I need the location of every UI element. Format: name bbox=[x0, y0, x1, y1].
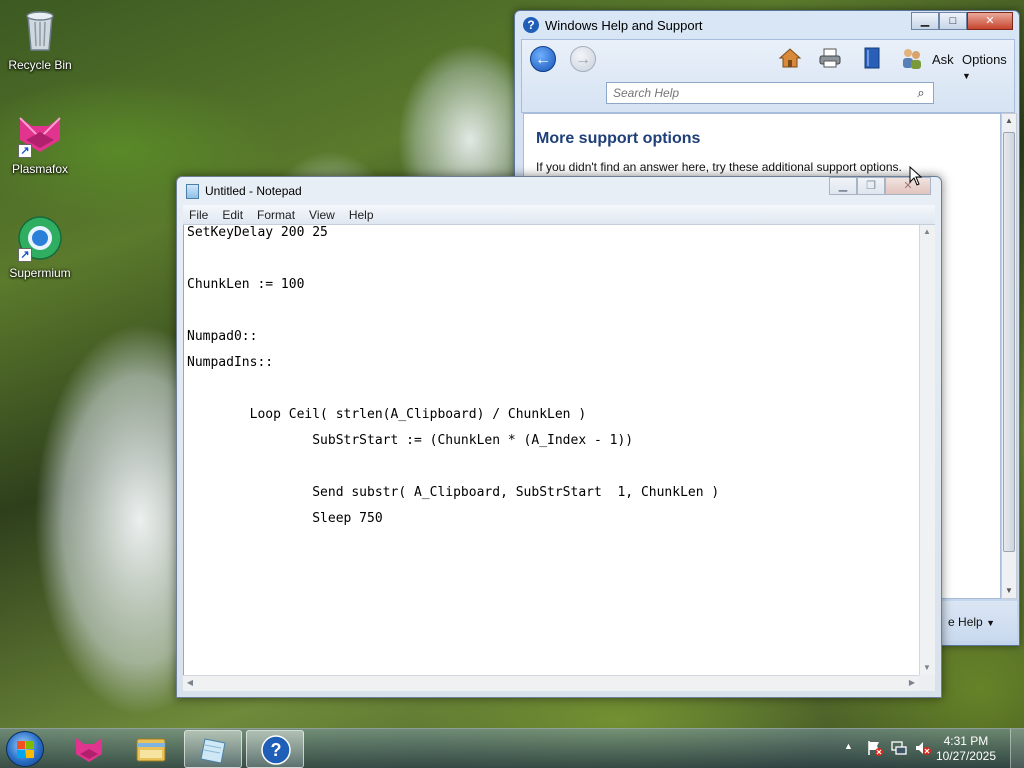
scroll-up-arrow-icon[interactable]: ▲ bbox=[920, 225, 934, 239]
taskbar: ? ▲ 4:31 PM 10/27/2025 bbox=[0, 728, 1024, 768]
scroll-left-arrow-icon[interactable]: ◀ bbox=[183, 676, 197, 690]
plasmafox-icon: ↗ bbox=[16, 110, 64, 158]
maximize-button[interactable]: ❐ bbox=[857, 177, 885, 195]
desktop-icon-label: Recycle Bin bbox=[8, 58, 72, 72]
action-center-flag-icon[interactable] bbox=[866, 739, 884, 768]
mouse-cursor-icon bbox=[909, 165, 923, 186]
ask-people-icon[interactable] bbox=[900, 46, 924, 70]
back-arrow-icon[interactable]: ← bbox=[530, 46, 556, 72]
shortcut-arrow-icon: ↗ bbox=[18, 248, 32, 262]
browse-help-book-icon[interactable] bbox=[860, 46, 884, 70]
help-titlebar[interactable]: ? Windows Help and Support ▁ □ ✕ bbox=[515, 11, 1019, 37]
minimize-button[interactable]: ▁ bbox=[911, 12, 939, 30]
text-line: Numpad0:: bbox=[187, 329, 258, 344]
options-label: Options bbox=[962, 52, 1007, 67]
text-line: Sleep 750 bbox=[187, 511, 383, 526]
maximize-button[interactable]: □ bbox=[939, 12, 967, 30]
search-help-box: ⌕ bbox=[606, 82, 934, 104]
search-icon[interactable]: ⌕ bbox=[913, 85, 929, 101]
scroll-right-arrow-icon[interactable]: ▶ bbox=[905, 676, 919, 690]
desktop-icon-label: Supermium bbox=[9, 266, 71, 280]
clock-date: 10/27/2025 bbox=[935, 749, 996, 763]
volume-muted-icon[interactable] bbox=[914, 739, 932, 768]
notepad-icon bbox=[186, 184, 199, 199]
show-desktop-button[interactable] bbox=[1010, 729, 1024, 768]
options-menu-button[interactable]: Options ▼ bbox=[962, 52, 1014, 82]
supermium-icon: ↗ bbox=[16, 214, 64, 262]
windows-logo-icon bbox=[17, 741, 35, 759]
svg-text:?: ? bbox=[271, 740, 282, 760]
vertical-scrollbar[interactable]: ▲ ▼ bbox=[919, 225, 935, 675]
notepad-title: Untitled - Notepad bbox=[205, 184, 302, 198]
print-icon[interactable] bbox=[818, 46, 842, 70]
system-clock[interactable]: 4:31 PM 10/27/2025 bbox=[936, 734, 996, 764]
size-grip[interactable] bbox=[919, 675, 935, 691]
home-icon[interactable] bbox=[778, 46, 802, 70]
menu-file[interactable]: File bbox=[189, 208, 208, 222]
clock-time: 4:31 PM bbox=[943, 734, 989, 748]
recycle-bin-icon bbox=[16, 6, 64, 54]
taskbar-explorer[interactable] bbox=[122, 730, 180, 768]
text-line: NumpadIns:: bbox=[187, 355, 274, 370]
desktop-icon-label: Plasmafox bbox=[11, 162, 69, 176]
menu-view[interactable]: View bbox=[309, 208, 335, 222]
help-toolbar: ← → Ask Options ▼ Search Help ⌕ bbox=[521, 39, 1015, 113]
search-input[interactable] bbox=[607, 83, 897, 103]
scroll-up-arrow-icon[interactable]: ▲ bbox=[1002, 114, 1016, 128]
ask-button[interactable]: Ask bbox=[932, 52, 954, 67]
show-hidden-icons-chevron-icon[interactable]: ▲ bbox=[844, 741, 853, 768]
desktop-icon-supermium[interactable]: ↗ Supermium bbox=[2, 214, 78, 280]
chevron-down-icon: ▼ bbox=[962, 71, 971, 81]
menu-format[interactable]: Format bbox=[257, 208, 295, 222]
folder-icon bbox=[136, 738, 166, 762]
notepad-icon bbox=[200, 738, 226, 764]
online-help-label: e Help bbox=[948, 615, 983, 629]
page-subtitle: If you didn't find an answer here, try t… bbox=[536, 160, 902, 174]
chevron-down-icon: ▼ bbox=[986, 618, 995, 628]
desktop-icon-plasmafox[interactable]: ↗ Plasmafox bbox=[2, 110, 78, 176]
online-help-menu[interactable]: e Help ▼ bbox=[948, 615, 995, 629]
scrollbar-thumb[interactable] bbox=[1003, 132, 1015, 552]
text-line: SubStrStart := (ChunkLen * (A_Index - 1)… bbox=[187, 433, 634, 448]
taskbar-plasmafox[interactable] bbox=[60, 730, 118, 768]
taskbar-help-and-support[interactable]: ? bbox=[246, 730, 304, 768]
network-icon[interactable] bbox=[890, 739, 908, 768]
help-vertical-scrollbar[interactable]: ▲ ▼ bbox=[1001, 113, 1017, 599]
forward-arrow-icon[interactable]: → bbox=[570, 46, 596, 72]
shortcut-arrow-icon: ↗ bbox=[18, 144, 32, 158]
horizontal-scrollbar[interactable]: ◀ ▶ bbox=[183, 675, 919, 691]
menu-bar: File Edit Format View Help bbox=[183, 205, 935, 225]
text-line: SetKeyDelay 200 25 bbox=[187, 225, 328, 240]
scroll-down-arrow-icon[interactable]: ▼ bbox=[1002, 584, 1016, 598]
text-line: Loop Ceil( strlen(A_Clipboard) / ChunkLe… bbox=[187, 407, 587, 422]
help-window-title: Windows Help and Support bbox=[545, 18, 703, 33]
text-line: Send substr( A_Clipboard, SubStrStart 1,… bbox=[187, 485, 720, 500]
close-button[interactable]: ✕ bbox=[967, 12, 1013, 30]
taskbar-notepad[interactable] bbox=[184, 730, 242, 768]
start-button[interactable] bbox=[6, 731, 44, 767]
minimize-button[interactable]: ▁ bbox=[829, 177, 857, 195]
page-title: More support options bbox=[536, 130, 701, 147]
scroll-down-arrow-icon[interactable]: ▼ bbox=[920, 661, 934, 675]
help-question-icon: ? bbox=[261, 735, 291, 765]
plasmafox-icon bbox=[76, 738, 102, 762]
menu-edit[interactable]: Edit bbox=[222, 208, 243, 222]
notepad-window: Untitled - Notepad ▁ ❐ ✕ File Edit Forma… bbox=[176, 176, 942, 698]
menu-help[interactable]: Help bbox=[349, 208, 374, 222]
help-caption-buttons: ▁ □ ✕ bbox=[911, 12, 1013, 30]
help-question-icon: ? bbox=[523, 17, 539, 33]
text-editor[interactable]: SetKeyDelay 200 25 ChunkLen := 100 Numpa… bbox=[183, 225, 919, 675]
desktop-icon-recycle-bin[interactable]: Recycle Bin bbox=[2, 6, 78, 72]
text-line: ChunkLen := 100 bbox=[187, 277, 305, 292]
notepad-titlebar[interactable]: Untitled - Notepad ▁ ❐ ✕ bbox=[177, 177, 941, 203]
close-button[interactable]: ✕ bbox=[885, 177, 931, 195]
